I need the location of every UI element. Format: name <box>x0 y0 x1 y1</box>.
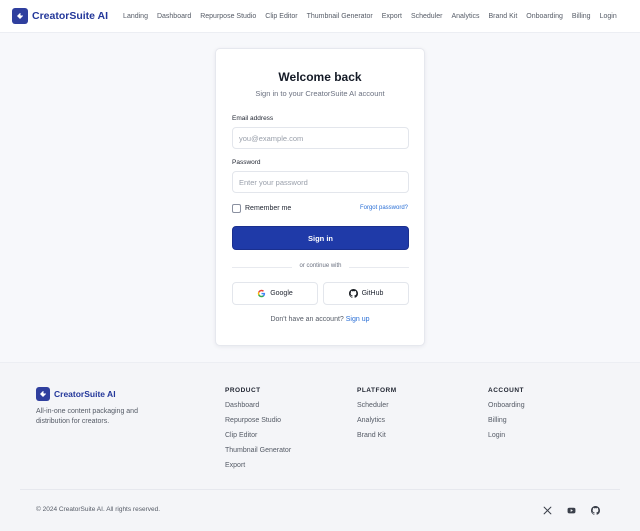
nav-link-landing[interactable]: Landing <box>123 13 148 20</box>
nav-link-thumbnail-generator[interactable]: Thumbnail Generator <box>307 13 373 20</box>
nav-link-scheduler[interactable]: Scheduler <box>411 13 443 20</box>
footer-column-product: PRODUCT Dashboard Repurpose Studio Clip … <box>225 387 291 476</box>
footer-link-repurpose-studio[interactable]: Repurpose Studio <box>225 416 291 425</box>
x-icon[interactable] <box>542 505 552 515</box>
footer-brand-name: CreatorSuite AI <box>54 389 116 399</box>
nav-link-clip-editor[interactable]: Clip Editor <box>265 13 297 20</box>
page-title: Welcome back <box>278 70 362 84</box>
divider-text: or continue with <box>299 263 342 269</box>
github-button[interactable]: GitHub <box>323 282 409 305</box>
email-field[interactable]: you@example.com <box>232 127 409 149</box>
nav-link-billing[interactable]: Billing <box>572 13 591 20</box>
nav-link-dashboard[interactable]: Dashboard <box>157 13 191 20</box>
divider-line-right <box>349 267 409 268</box>
email-placeholder: you@example.com <box>239 133 304 143</box>
nav-link-brand-kit[interactable]: Brand Kit <box>489 13 518 20</box>
brand-name: CreatorSuite AI <box>32 10 109 22</box>
footer-column-title: PLATFORM <box>357 387 397 394</box>
nav-link-analytics[interactable]: Analytics <box>451 13 479 20</box>
forgot-password-link[interactable]: Forgot password? <box>360 205 408 211</box>
top-navbar: CreatorSuite AI Landing Dashboard Repurp… <box>0 0 640 33</box>
google-icon <box>257 289 266 298</box>
footer-link-onboarding[interactable]: Onboarding <box>488 401 525 410</box>
footer-link-brand-kit[interactable]: Brand Kit <box>357 431 397 440</box>
footer-divider <box>20 489 620 490</box>
signup-prompt: Don't have an account? Sign up <box>216 316 424 323</box>
brand-link[interactable]: CreatorSuite AI <box>12 8 108 24</box>
nav-link-onboarding[interactable]: Onboarding <box>526 13 563 20</box>
oauth-divider: or continue with <box>232 263 409 271</box>
footer-column-title: PRODUCT <box>225 387 261 394</box>
footer-column-platform: PLATFORM Scheduler Analytics Brand Kit <box>357 387 397 446</box>
footer-link-login[interactable]: Login <box>488 431 525 440</box>
footer-description: All-in-one content packaging and distrib… <box>36 408 138 425</box>
footer-link-billing[interactable]: Billing <box>488 416 525 425</box>
footer-link-thumbnail-generator[interactable]: Thumbnail Generator <box>225 446 291 455</box>
github-icon[interactable] <box>590 505 600 515</box>
sign-in-button[interactable]: Sign in <box>232 226 409 250</box>
footer-link-export[interactable]: Export <box>225 461 291 470</box>
footer-column-account: ACCOUNT Onboarding Billing Login <box>488 387 525 446</box>
google-button[interactable]: Google <box>232 282 318 305</box>
nav-link-export[interactable]: Export <box>382 13 402 20</box>
footer-brand[interactable]: CreatorSuite AI <box>36 387 116 401</box>
main-nav: Landing Dashboard Repurpose Studio Clip … <box>123 13 626 20</box>
page-subtitle: Sign in to your CreatorSuite AI account <box>255 89 385 98</box>
github-icon <box>348 289 358 298</box>
password-field[interactable]: Enter your password <box>232 171 409 193</box>
footer-column-title: ACCOUNT <box>488 387 524 394</box>
youtube-icon[interactable] <box>566 505 576 515</box>
footer-link-clip-editor[interactable]: Clip Editor <box>225 431 291 440</box>
brand-logo-icon <box>12 8 28 24</box>
password-placeholder: Enter your password <box>239 177 308 187</box>
google-label: Google <box>270 290 293 297</box>
no-account-text: Don't have an account? <box>270 316 344 323</box>
nav-link-login[interactable]: Login <box>600 13 617 20</box>
remember-label: Remember me <box>245 205 292 212</box>
footer-link-dashboard[interactable]: Dashboard <box>225 401 291 410</box>
remember-me[interactable]: Remember me <box>232 204 291 213</box>
github-label: GitHub <box>361 290 384 297</box>
copyright-text: © 2024 CreatorSuite AI. All rights reser… <box>36 506 161 513</box>
remember-checkbox[interactable] <box>232 204 241 213</box>
sign-up-link[interactable]: Sign up <box>346 316 370 323</box>
footer-link-scheduler[interactable]: Scheduler <box>357 401 397 410</box>
login-card: Welcome back Sign in to your CreatorSuit… <box>215 48 425 346</box>
site-footer: CreatorSuite AI All-in-one content packa… <box>0 362 640 531</box>
email-label: Email address <box>232 115 274 122</box>
footer-link-analytics[interactable]: Analytics <box>357 416 397 425</box>
nav-link-repurpose-studio[interactable]: Repurpose Studio <box>200 13 256 20</box>
footer-logo-icon <box>36 387 50 401</box>
password-label: Password <box>232 159 261 166</box>
